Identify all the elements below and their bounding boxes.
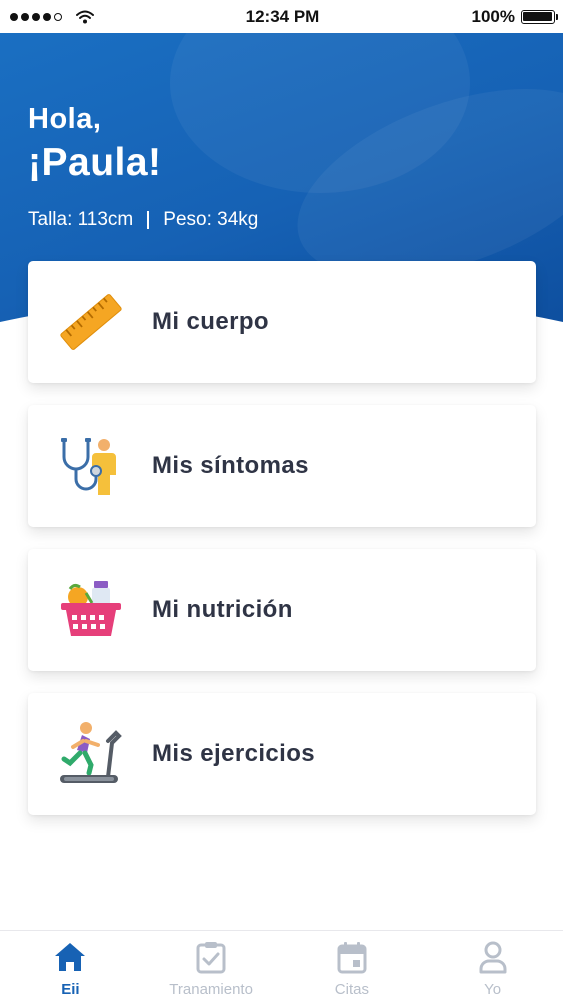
user-icon <box>475 939 511 975</box>
status-time: 12:34 PM <box>245 6 320 26</box>
calendar-icon <box>334 939 370 975</box>
app-screen: 12:34 PM 100% Hola, ¡Paula! Talla: 113cm… <box>0 0 563 1000</box>
card-mis-ejercicios[interactable]: Mis ejercicios <box>28 693 536 815</box>
card-label: Mis síntomas <box>152 452 309 479</box>
nav-item-tranamiento[interactable]: Tranamiento <box>141 931 282 1000</box>
user-stats: Talla: 113cm Peso: 34kg <box>28 209 258 231</box>
user-name: ¡Paula! <box>28 141 162 184</box>
stats-divider <box>147 211 150 229</box>
home-icon <box>52 939 88 975</box>
nav-label: Yo <box>484 981 502 998</box>
food-basket-icon <box>54 573 128 647</box>
bottom-nav: Eii Tranamiento Citas Yo <box>0 930 563 1000</box>
ruler-icon <box>54 285 128 359</box>
status-left <box>10 10 160 24</box>
status-bar: 12:34 PM 100% <box>0 0 563 33</box>
nav-label: Citas <box>334 981 369 998</box>
battery-icon <box>520 9 558 24</box>
card-label: Mis ejercicios <box>152 740 316 767</box>
nav-label: Tranamiento <box>169 981 253 998</box>
wifi-icon <box>76 10 94 23</box>
card-mis-sintomas[interactable]: Mis síntomas <box>28 405 536 527</box>
battery-percentage: 100% <box>471 6 515 26</box>
nav-item-yo[interactable]: Yo <box>422 931 563 1000</box>
clipboard-check-icon <box>193 939 229 975</box>
nav-label: Eii <box>61 981 80 998</box>
signal-dots-icon <box>10 12 62 21</box>
greeting-text: Hola, <box>28 103 102 135</box>
status-right: 100% <box>405 6 558 27</box>
nav-item-citas[interactable]: Citas <box>282 931 423 1000</box>
card-label: Mi nutrición <box>152 596 293 623</box>
height-text: Talla: 113cm <box>28 209 134 230</box>
treadmill-icon <box>54 717 128 791</box>
nav-item-home[interactable]: Eii <box>0 931 141 1000</box>
card-mi-cuerpo[interactable]: Mi cuerpo <box>28 261 536 383</box>
weight-text: Peso: 34kg <box>163 209 259 230</box>
card-label: Mi cuerpo <box>152 308 269 335</box>
stethoscope-icon <box>54 429 128 503</box>
card-mi-nutricion[interactable]: Mi nutrición <box>28 549 536 671</box>
